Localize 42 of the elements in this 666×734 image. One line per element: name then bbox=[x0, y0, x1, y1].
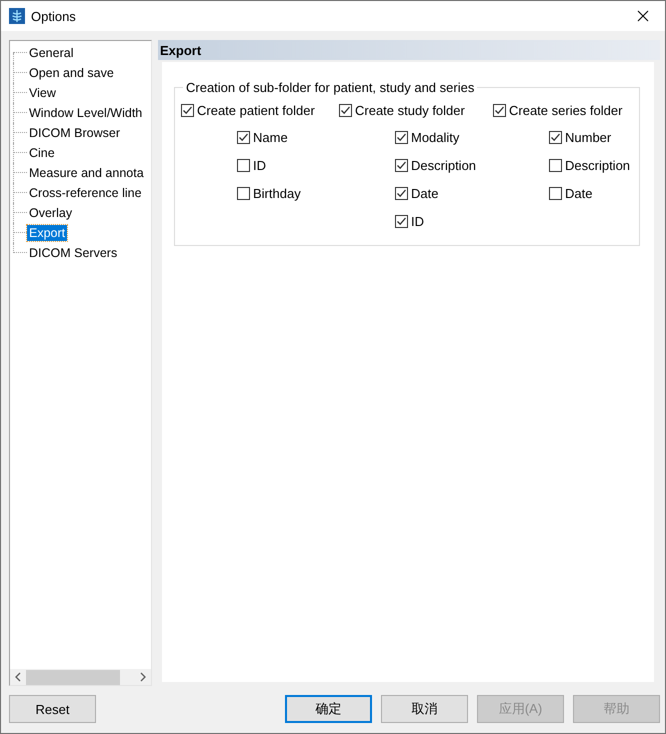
checkbox[interactable]: Name bbox=[237, 128, 339, 147]
check-icon bbox=[182, 105, 193, 116]
group-title: Creation of sub-folder for patient, study and series bbox=[185, 80, 476, 95]
check-icon bbox=[396, 160, 407, 171]
checkbox[interactable]: Date bbox=[395, 184, 493, 203]
check-icon bbox=[550, 132, 561, 143]
checkbox[interactable]: Modality bbox=[395, 128, 493, 147]
dialog-button[interactable]: 确定 bbox=[285, 695, 372, 723]
checkbox[interactable]: ID bbox=[395, 212, 493, 231]
horizontal-scrollbar[interactable] bbox=[10, 669, 151, 685]
tree-item[interactable]: DICOM Servers bbox=[27, 245, 120, 261]
tree-item[interactable]: Cine bbox=[27, 145, 57, 161]
check-icon bbox=[340, 105, 351, 116]
checkbox[interactable]: Create patient folder bbox=[181, 101, 339, 120]
check-icon bbox=[396, 132, 407, 143]
checkbox[interactable]: Description bbox=[549, 156, 633, 175]
tree-item[interactable]: DICOM Browser bbox=[27, 125, 122, 141]
checkbox[interactable]: ID bbox=[237, 156, 339, 175]
tree-item[interactable]: View bbox=[27, 85, 58, 101]
tree-item[interactable]: Window Level/Width bbox=[27, 105, 144, 121]
app-icon bbox=[9, 8, 25, 24]
window-title: Options bbox=[31, 8, 77, 24]
check-icon bbox=[396, 188, 407, 199]
check-icon bbox=[238, 132, 249, 143]
check-icon bbox=[396, 216, 407, 227]
tree-item[interactable]: Measure and annota bbox=[27, 165, 146, 181]
section-header: Export bbox=[158, 40, 660, 60]
dialog-button[interactable]: 取消 bbox=[381, 695, 468, 723]
tree-item[interactable]: Open and save bbox=[27, 65, 116, 81]
close-icon[interactable] bbox=[637, 10, 649, 22]
tree-item[interactable]: Export bbox=[27, 225, 68, 241]
tree-item[interactable]: Overlay bbox=[27, 205, 74, 221]
checkbox[interactable]: Create series folder bbox=[493, 101, 633, 120]
checkbox[interactable]: Number bbox=[549, 128, 633, 147]
check-icon bbox=[494, 105, 505, 116]
checkbox[interactable]: Create study folder bbox=[339, 101, 493, 120]
checkbox[interactable]: Birthday bbox=[237, 184, 339, 203]
checkbox[interactable]: Description bbox=[395, 156, 493, 175]
checkbox[interactable]: Date bbox=[549, 184, 633, 203]
tree-item[interactable]: Cross-reference line bbox=[27, 185, 144, 201]
dialog-button[interactable]: Reset bbox=[9, 695, 96, 723]
tree-item[interactable]: General bbox=[27, 45, 76, 61]
